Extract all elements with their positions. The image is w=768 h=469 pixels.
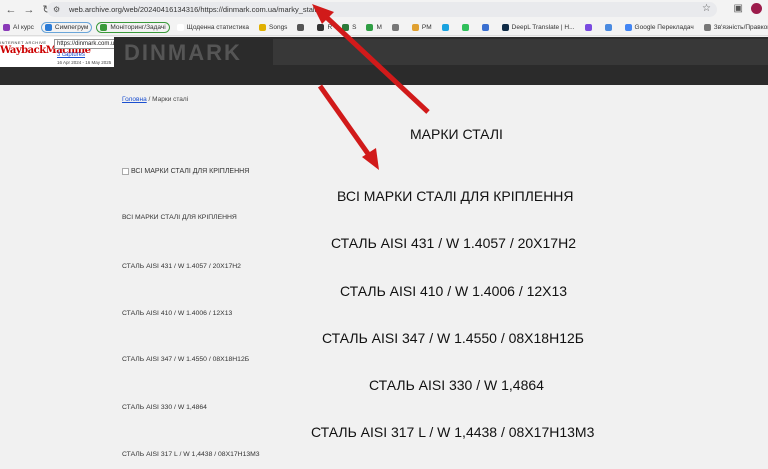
list-item[interactable]: СТАЛЬ AISI 431 / W 1.4057 / 20Х17Н2 — [122, 263, 241, 270]
arrow-head-content — [362, 148, 379, 170]
broken-image: ВСІ МАРКИ СТАЛІ ДЛЯ КРІПЛЕННЯ — [122, 168, 249, 175]
list-item[interactable]: ВСІ МАРКИ СТАЛІ ДЛЯ КРІПЛЕННЯ — [122, 214, 237, 221]
wayback-logo[interactable]: INTERNET ARCHIVE WaybackMachine — [0, 40, 91, 64]
address-bar[interactable]: ⚙ web.archive.org/web/20240416134316/htt… — [47, 2, 717, 17]
bookmark-favicon-icon — [584, 23, 592, 31]
list-item[interactable]: СТАЛЬ AISI 347 / W 1.4550 / 08Х18Н12Б — [122, 356, 249, 363]
wayback-date-range: 16 Apr 2024 - 16 May 2025 — [57, 60, 112, 65]
bookmark-label: R — [327, 23, 333, 31]
site-nav-bar — [0, 67, 768, 85]
wayback-captures-link[interactable]: 3 captures — [57, 52, 85, 58]
bookmark-favicon-icon — [176, 23, 184, 31]
bookmark-favicon-icon — [3, 23, 10, 31]
bookmark-favicon-icon — [44, 23, 52, 31]
heading-aisi-330: СТАЛЬ AISI 330 / W 1,4864 — [369, 377, 544, 393]
address-url[interactable]: web.archive.org/web/20240416134316/https… — [69, 5, 316, 14]
bookmark-favicon-icon — [481, 23, 489, 31]
bookmark-item[interactable] — [294, 23, 310, 32]
header-overlay — [273, 39, 768, 65]
profile-avatar[interactable] — [751, 3, 762, 14]
bookmark-label: Симпегрум — [54, 23, 89, 31]
bookmark-item[interactable]: Songs — [256, 23, 290, 32]
bookmark-item[interactable] — [479, 23, 495, 32]
bookmark-item[interactable]: Щоденна статистика — [174, 23, 252, 32]
bookmark-label: Щоденна статистика — [186, 23, 249, 31]
bookmark-item[interactable] — [439, 23, 455, 32]
list-item[interactable]: СТАЛЬ AISI 330 / W 1,4864 — [122, 404, 207, 411]
bookmark-favicon-icon — [391, 23, 399, 31]
breadcrumb-current: Марки сталі — [152, 96, 189, 103]
bookmark-item[interactable]: Google Перекладач — [622, 23, 697, 32]
bookmark-item[interactable] — [602, 23, 618, 32]
bookmark-label: M — [376, 23, 382, 31]
bookmark-favicon-icon — [411, 23, 419, 31]
list-item[interactable]: СТАЛЬ AISI 410 / W 1.4006 / 12Х13 — [122, 310, 232, 317]
bookmark-label: DeepL Translate | H... — [511, 23, 575, 31]
bookmark-favicon-icon — [604, 23, 612, 31]
bookmark-label: AI курс — [13, 23, 34, 31]
bookmark-favicon-icon — [461, 23, 469, 31]
bookmark-star-icon[interactable]: ☆ — [702, 3, 711, 14]
bookmark-item[interactable]: Симпегрум — [40, 21, 93, 33]
bookmark-favicon-icon — [501, 23, 509, 31]
bookmark-label: Моніторинг/Задачі — [110, 23, 166, 31]
screenshot-icon[interactable]: ▣ — [734, 3, 743, 14]
bookmark-label: S — [352, 23, 357, 31]
bookmark-item[interactable]: S — [339, 23, 359, 32]
list-item[interactable]: СТАЛЬ AISI 317 L / W 1,4438 / 08Х17Н13М3 — [122, 451, 260, 458]
breadcrumb-separator: / — [148, 96, 151, 103]
toolbar-right: ▣ — [734, 3, 762, 14]
bookmark-favicon-icon — [297, 23, 305, 31]
heading-aisi-317l: СТАЛЬ AISI 317 L / W 1,4438 / 08Х17Н13М3 — [311, 424, 595, 440]
page-title: МАРКИ СТАЛІ — [410, 126, 503, 142]
bookmark-item[interactable] — [459, 23, 475, 32]
back-icon[interactable]: ← — [4, 3, 18, 17]
heading-aisi-410: СТАЛЬ AISI 410 / W 1.4006 / 12Х13 — [340, 283, 568, 299]
bookmark-item[interactable]: Моніторинг/Задачі — [96, 21, 170, 33]
bookmark-favicon-icon — [342, 23, 350, 31]
bookmark-item[interactable]: Зв'язність/Правког... — [701, 23, 768, 32]
browser-toolbar: ← → ↻ ⚙ web.archive.org/web/202404161343… — [0, 0, 768, 19]
bookmark-favicon-icon — [259, 23, 266, 31]
bookmark-favicon-icon — [366, 23, 374, 31]
heading-all-grades: ВСІ МАРКИ СТАЛІ ДЛЯ КРІПЛЕННЯ — [337, 188, 574, 204]
bookmark-favicon-icon — [703, 23, 711, 31]
bookmark-item[interactable]: PM — [409, 23, 435, 32]
bookmark-favicon-icon — [317, 23, 325, 31]
bookmark-label: Songs — [269, 23, 288, 31]
bookmark-item[interactable]: DeepL Translate | H... — [499, 23, 578, 32]
broken-image-icon — [122, 168, 129, 175]
bookmark-item[interactable]: R — [314, 23, 335, 32]
bookmark-item[interactable]: AI курс — [0, 23, 37, 32]
bookmark-label: PM — [421, 23, 432, 31]
bookmark-item[interactable] — [582, 23, 598, 32]
arrow-to-content — [317, 84, 374, 160]
breadcrumb-home-link[interactable]: Головна — [122, 96, 147, 103]
bookmark-favicon-icon — [441, 23, 449, 31]
bookmark-item[interactable] — [389, 23, 405, 32]
bookmark-favicon-icon — [624, 23, 632, 31]
breadcrumb: Головна / Марки сталі — [122, 96, 188, 103]
heading-aisi-431: СТАЛЬ AISI 431 / W 1.4057 / 20Х17Н2 — [331, 235, 576, 251]
forward-icon[interactable]: → — [22, 3, 36, 17]
heading-aisi-347: СТАЛЬ AISI 347 / W 1.4550 / 08Х18Н12Б — [322, 330, 584, 346]
bookmark-item[interactable]: M — [363, 23, 384, 32]
site-logo[interactable]: DINMARK — [124, 40, 242, 66]
bookmarks-bar: AI курс Симпегрум Моніторинг/Задачі Щоденна… — [0, 19, 768, 36]
bookmark-label: Зв'язність/Правког... — [713, 23, 768, 31]
broken-image-alt: ВСІ МАРКИ СТАЛІ ДЛЯ КРІПЛЕННЯ — [131, 168, 250, 175]
bookmark-favicon-icon — [100, 23, 108, 31]
site-info-icon[interactable]: ⚙ — [53, 5, 65, 14]
bookmark-label: Google Перекладач — [634, 23, 694, 31]
